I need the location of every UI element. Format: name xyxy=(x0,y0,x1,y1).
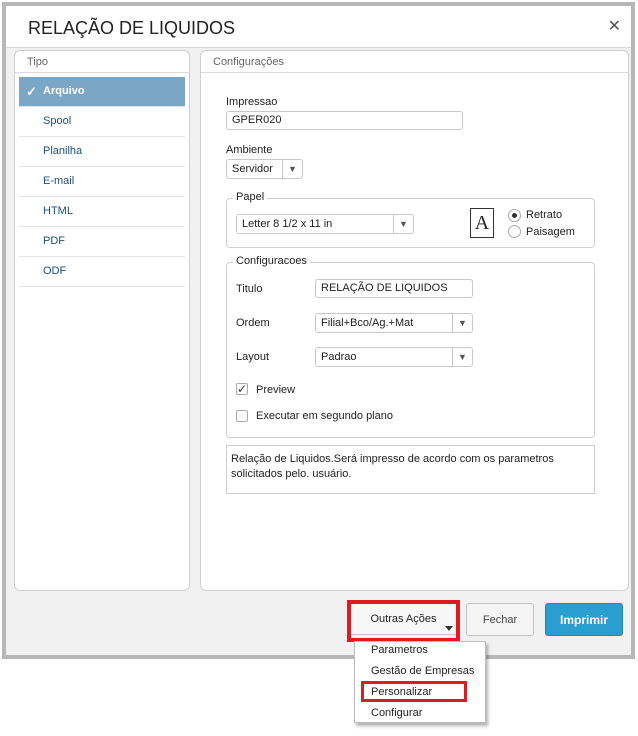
paper-size-select[interactable]: Letter 8 1/2 x 11 in ▼ xyxy=(236,214,414,234)
tipo-item-html[interactable]: HTML xyxy=(19,197,185,227)
tipo-item-odf[interactable]: ODF xyxy=(19,257,185,287)
ordem-value: Filial+Bco/Ag.+Mat xyxy=(321,317,414,329)
check-icon: ✓ xyxy=(26,84,37,99)
config-header: Configurações xyxy=(201,51,628,73)
tipo-item-arquivo[interactable]: ✓ Arquivo xyxy=(19,77,185,107)
impressao-input[interactable]: GPER020 xyxy=(226,111,463,130)
preview-label: Preview xyxy=(256,384,296,396)
dialog-titlebar: RELAÇÃO DE LIQUIDOS ✕ xyxy=(6,6,631,48)
layout-label: Layout xyxy=(236,351,270,363)
paisagem-radio[interactable] xyxy=(508,225,521,238)
tipo-item-pdf[interactable]: PDF xyxy=(19,227,185,257)
ambiente-label: Ambiente xyxy=(226,144,273,156)
tipo-item-label: ODF xyxy=(43,265,67,277)
description-line-2: solicitados pelo. usuário. xyxy=(231,468,352,480)
segundo-plano-label: Executar em segundo plano xyxy=(256,410,393,422)
ordem-select[interactable]: Filial+Bco/Ag.+Mat ▼ xyxy=(315,313,473,333)
tipo-item-planilha[interactable]: Planilha xyxy=(19,137,185,167)
chevron-down-icon: ▼ xyxy=(452,348,472,366)
preview-checkbox[interactable]: ✓ xyxy=(236,383,248,395)
tipo-item-label: Arquivo xyxy=(43,85,85,97)
menu-item-parametros[interactable]: Parametros xyxy=(371,644,428,656)
tipo-item-label: PDF xyxy=(43,235,65,247)
report-description: Relação de Liquidos.Será impresso de aco… xyxy=(226,445,595,494)
titulo-label: Titulo xyxy=(236,283,263,295)
tipo-item-label: HTML xyxy=(43,205,73,217)
retrato-radio[interactable] xyxy=(508,209,521,222)
chevron-down-icon: ▼ xyxy=(452,314,472,332)
tipo-item-label: E-mail xyxy=(43,175,75,187)
configuracoes-legend: Configuracoes xyxy=(233,255,310,267)
outras-acoes-button[interactable]: Outras Ações xyxy=(349,601,458,635)
papel-group: Papel Letter 8 1/2 x 11 in ▼ A Retrato P… xyxy=(226,191,595,248)
layout-select[interactable]: Padrao ▼ xyxy=(315,347,473,367)
impressao-label: Impressao xyxy=(226,96,278,108)
titulo-input[interactable]: RELAÇÃO DE LIQUIDOS xyxy=(315,279,473,298)
tipo-item-email[interactable]: E-mail xyxy=(19,167,185,197)
chevron-down-icon: ▼ xyxy=(393,215,413,233)
menu-item-gestao-empresas[interactable]: Gestão de Empresas xyxy=(371,665,474,677)
tipo-panel: Tipo ✓ Arquivo Spool Planilha E-mail HTM… xyxy=(14,50,190,591)
ambiente-select[interactable]: Servidor ▼ xyxy=(226,159,303,179)
description-line-1: Relação de Liquidos.Será impresso de aco… xyxy=(231,453,554,465)
dropdown-corner-icon xyxy=(445,626,453,631)
ambiente-value: Servidor xyxy=(232,163,273,175)
close-icon[interactable]: ✕ xyxy=(608,16,621,36)
tipo-list: ✓ Arquivo Spool Planilha E-mail HTML PDF… xyxy=(15,77,189,287)
paisagem-label: Paisagem xyxy=(526,226,575,238)
fechar-button[interactable]: Fechar xyxy=(466,603,534,636)
outras-acoes-menu: Parametros Gestão de Empresas Personaliz… xyxy=(354,641,486,723)
tipo-item-spool[interactable]: Spool xyxy=(19,107,185,137)
chevron-down-icon: ▼ xyxy=(282,160,302,178)
dialog-title: RELAÇÃO DE LIQUIDOS xyxy=(28,18,236,38)
menu-item-personalizar[interactable]: Personalizar xyxy=(371,686,432,698)
ordem-label: Ordem xyxy=(236,317,270,329)
segundo-plano-checkbox[interactable] xyxy=(236,410,248,422)
menu-item-configurar[interactable]: Configurar xyxy=(371,707,422,719)
imprimir-button[interactable]: Imprimir xyxy=(545,603,623,636)
tipo-item-label: Spool xyxy=(43,115,72,127)
tipo-header: Tipo xyxy=(15,51,189,73)
tipo-item-label: Planilha xyxy=(43,145,83,157)
paper-size-value: Letter 8 1/2 x 11 in xyxy=(242,218,333,230)
config-panel: Configurações Impressao GPER020 Ambiente… xyxy=(200,50,629,591)
page-orientation-icon: A xyxy=(470,208,494,238)
papel-legend: Papel xyxy=(233,191,268,203)
report-dialog: RELAÇÃO DE LIQUIDOS ✕ Tipo ✓ Arquivo Spo… xyxy=(2,2,635,659)
outras-acoes-label: Outras Ações xyxy=(370,613,437,625)
retrato-label: Retrato xyxy=(526,209,563,221)
layout-value: Padrao xyxy=(321,351,357,363)
configuracoes-group: Configuracoes Titulo RELAÇÃO DE LIQUIDOS… xyxy=(226,255,595,438)
